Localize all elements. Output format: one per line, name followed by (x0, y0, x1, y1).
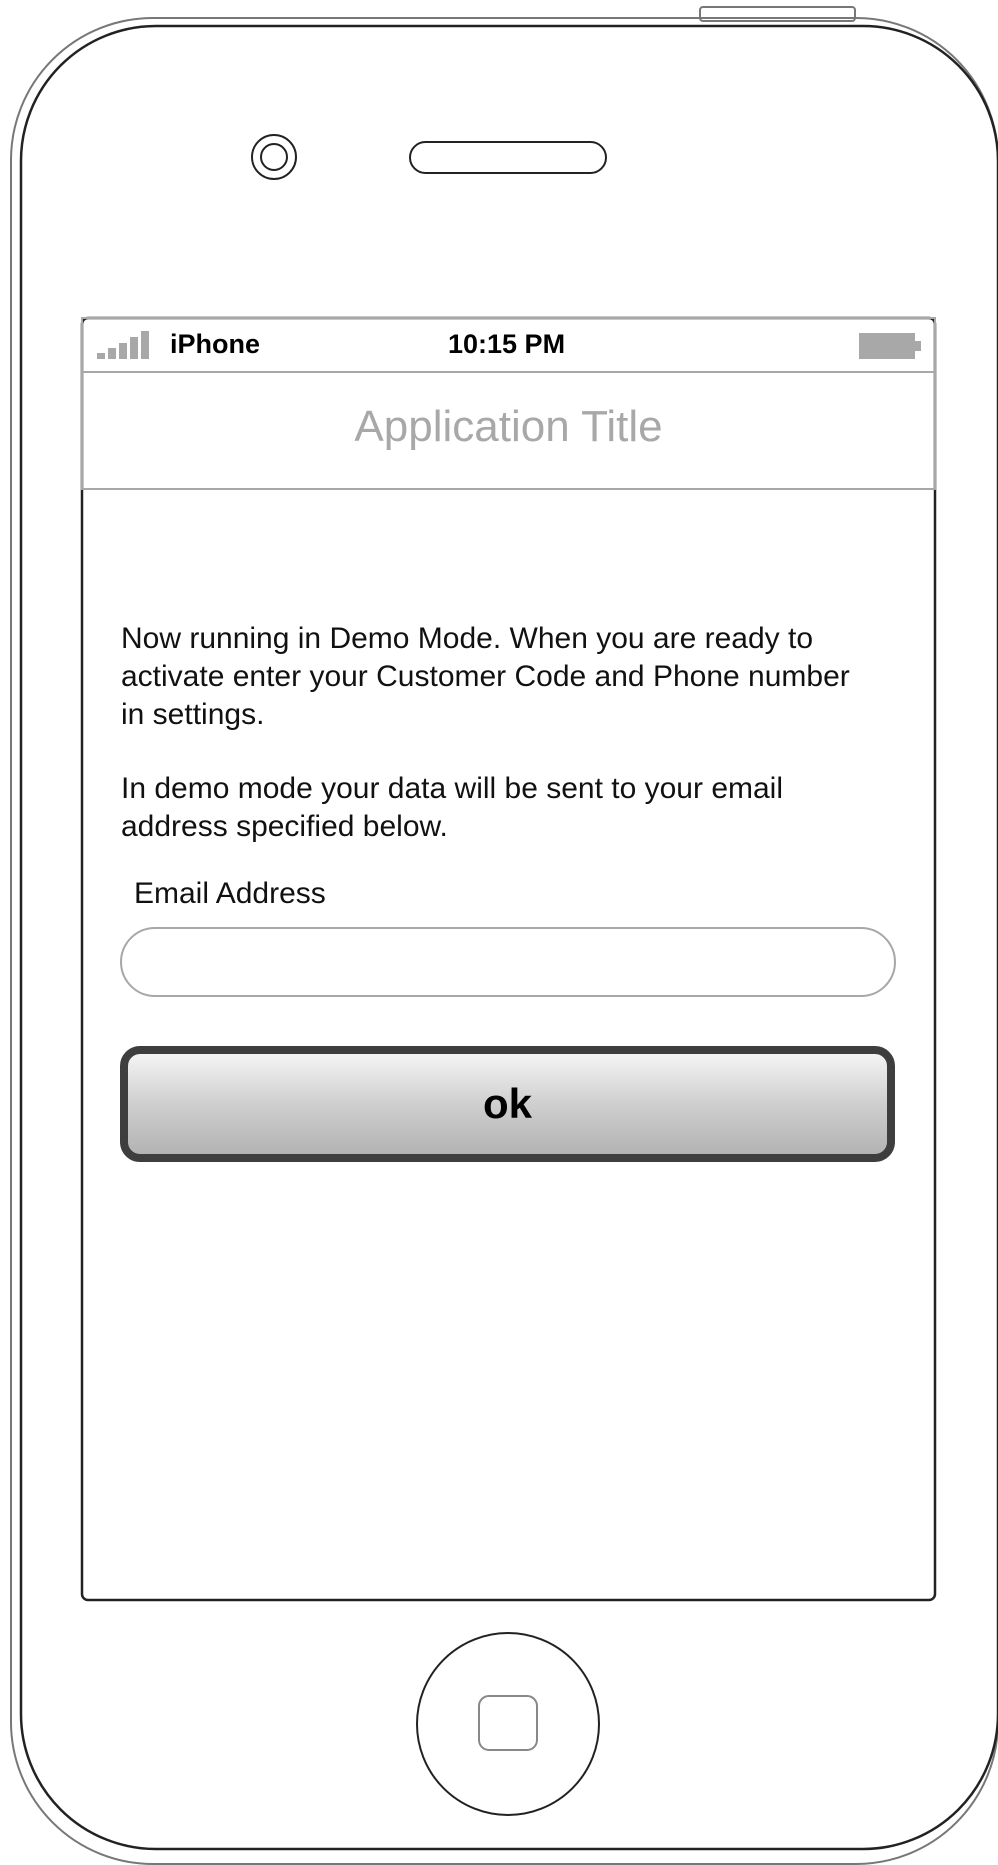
email-info-paragraph: In demo mode your data will be sent to y… (121, 772, 784, 843)
signal-bars-icon (97, 331, 149, 359)
earpiece-speaker (409, 141, 607, 174)
demo-mode-message: Now running in Demo Mode. When you are r… (121, 620, 881, 882)
ok-button[interactable]: ok (120, 1046, 895, 1162)
home-button[interactable] (416, 1632, 600, 1816)
status-time: 10:15 PM (448, 329, 566, 359)
email-field[interactable] (120, 927, 896, 997)
email-label: Email Address (134, 877, 326, 910)
status-bar: iPhone 10:15 PM (82, 319, 935, 371)
front-camera-icon (251, 134, 297, 180)
carrier-name: iPhone (170, 329, 261, 359)
home-square-icon (478, 1695, 538, 1751)
battery-icon (859, 333, 921, 359)
page-title: Application Title (354, 402, 663, 451)
demo-mode-paragraph: Now running in Demo Mode. When you are r… (121, 622, 850, 731)
iphone-mockup: iPhone 10:15 PM Application Title Now ru… (0, 0, 998, 1865)
front-camera-lens (260, 143, 288, 171)
